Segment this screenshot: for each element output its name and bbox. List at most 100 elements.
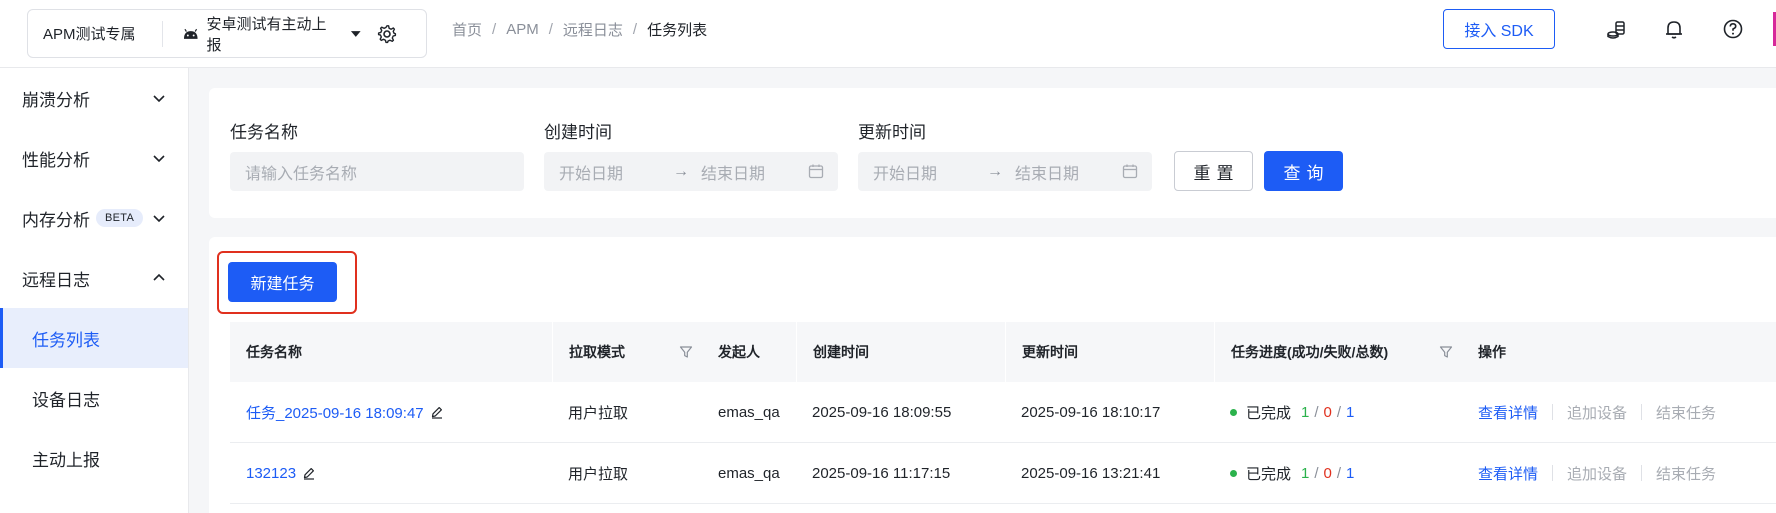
success-count: 1	[1301, 464, 1310, 482]
chevron-down-icon	[153, 215, 165, 223]
column-header-initiator: 发起人	[718, 344, 760, 360]
task-table-panel: 新建任务 任务名称 拉取模式 发起人 创建时间 更新时间 任务进度(成功/失败/…	[209, 237, 1776, 513]
updated-cell: 2025-09-16 18:10:17	[1021, 403, 1161, 421]
breadcrumb-separator: /	[632, 20, 638, 38]
caret-down-icon[interactable]	[349, 29, 363, 39]
failed-count: 0	[1323, 403, 1332, 421]
project-name: 安卓测试有主动上报	[206, 15, 327, 54]
breadcrumb-remote-log[interactable]: 远程日志	[563, 19, 623, 40]
sidebar-item-task-list[interactable]: 任务列表	[0, 308, 188, 368]
beta-badge: BETA	[96, 209, 144, 227]
action-divider	[1641, 465, 1643, 481]
created-time-range[interactable]: 开始日期 → 结束日期	[544, 152, 838, 191]
status-dot	[1230, 408, 1237, 416]
sidebar-group-crash[interactable]: 崩溃分析	[0, 68, 188, 128]
gear-icon[interactable]	[377, 24, 397, 44]
sidebar-group-label: 性能分析	[22, 150, 90, 170]
column-header-actions: 操作	[1478, 344, 1506, 360]
calendar-icon	[808, 164, 824, 179]
failed-count: 0	[1323, 464, 1332, 482]
created-start-date[interactable]: 开始日期	[559, 160, 623, 184]
add-device-link[interactable]: 追加设备	[1567, 402, 1627, 423]
range-arrow-icon: →	[987, 162, 1003, 180]
range-arrow-icon: →	[673, 162, 689, 180]
total-count: 1	[1346, 464, 1355, 482]
task-name-cell: 任务_2025-09-16 18:09:47	[230, 382, 552, 442]
table-header: 任务名称 拉取模式 发起人 创建时间 更新时间 任务进度(成功/失败/总数) 操…	[230, 322, 1776, 382]
sidebar-group-remote-log[interactable]: 远程日志	[0, 248, 188, 308]
created-end-date[interactable]: 结束日期	[701, 160, 765, 184]
breadcrumb-home[interactable]: 首页	[452, 19, 482, 40]
column-header-task-name: 任务名称	[246, 344, 302, 360]
column-header-updated: 更新时间	[1005, 322, 1214, 382]
status-text: 已完成	[1246, 404, 1292, 422]
end-task-link[interactable]: 结束任务	[1656, 402, 1716, 423]
sidebar-group-performance[interactable]: 性能分析	[0, 128, 188, 188]
progress-separator: /	[1314, 464, 1319, 482]
initiator-cell: emas_qa	[718, 403, 780, 421]
breadcrumb-current: 任务列表	[647, 21, 708, 39]
updated-time-range[interactable]: 开始日期 → 结束日期	[858, 152, 1152, 191]
created-cell: 2025-09-16 11:17:15	[812, 464, 951, 482]
action-divider	[1552, 404, 1554, 420]
end-task-link[interactable]: 结束任务	[1656, 463, 1716, 484]
filter-icon[interactable]	[679, 345, 693, 359]
coins-icon[interactable]	[1605, 18, 1627, 40]
breadcrumb-separator: /	[548, 20, 553, 38]
app-name[interactable]: APM测试专属	[28, 23, 162, 44]
sidebar-item-device-log[interactable]: 设备日志	[0, 368, 188, 428]
android-icon	[183, 28, 198, 39]
edit-icon[interactable]	[302, 466, 316, 480]
pull-mode-cell: 用户拉取	[568, 465, 629, 483]
progress-cell: 已完成 1 / 0 / 1	[1214, 382, 1462, 442]
success-count: 1	[1301, 403, 1310, 421]
task-name-link[interactable]: 132123	[246, 465, 296, 482]
add-device-link[interactable]: 追加设备	[1567, 463, 1627, 484]
task-name-label: 任务名称	[230, 123, 298, 142]
project-selector[interactable]: 安卓测试有主动上报	[163, 13, 363, 55]
highlight-box: 新建任务	[217, 251, 357, 314]
progress-separator: /	[1314, 403, 1319, 421]
help-icon[interactable]	[1722, 18, 1744, 40]
connect-sdk-button[interactable]: 接入 SDK	[1443, 9, 1555, 49]
calendar-icon	[1122, 164, 1138, 179]
filter-icon[interactable]	[1439, 345, 1453, 359]
column-header-progress: 任务进度(成功/失败/总数)	[1214, 322, 1462, 382]
updated-end-date[interactable]: 结束日期	[1015, 160, 1079, 184]
sidebar: 崩溃分析 性能分析 内存分析 BETA 远程日志 任务列表 设备日志 主动上报	[0, 68, 189, 513]
actions-cell: 查看详情 追加设备 结束任务	[1462, 443, 1776, 503]
task-name-link[interactable]: 任务_2025-09-16 18:09:47	[246, 402, 424, 423]
sidebar-group-memory[interactable]: 内存分析 BETA	[0, 188, 188, 248]
top-bar: APM测试专属 安卓测试有主动上报 首页 / APM / 远程日志 / 任务列表	[0, 0, 1776, 68]
sidebar-group-label: 内存分析	[22, 210, 90, 230]
view-details-link[interactable]: 查看详情	[1478, 463, 1538, 484]
breadcrumb-separator: /	[492, 20, 497, 38]
reset-button[interactable]: 重置	[1174, 151, 1253, 191]
scope-selector[interactable]: APM测试专属 安卓测试有主动上报	[27, 9, 427, 58]
action-divider	[1641, 404, 1643, 420]
updated-start-date[interactable]: 开始日期	[873, 160, 937, 184]
progress-separator: /	[1336, 464, 1342, 482]
task-name-input[interactable]: 请输入任务名称	[230, 152, 524, 191]
total-count: 1	[1346, 403, 1355, 421]
status-dot	[1230, 469, 1237, 477]
view-details-link[interactable]: 查看详情	[1478, 402, 1538, 423]
initiator-cell: emas_qa	[718, 464, 780, 482]
progress-cell: 已完成 1 / 0 / 1	[1214, 443, 1462, 503]
new-task-button[interactable]: 新建任务	[228, 262, 337, 302]
breadcrumb-apm[interactable]: APM	[506, 21, 539, 38]
action-divider	[1552, 465, 1554, 481]
updated-cell: 2025-09-16 13:21:41	[1021, 464, 1161, 482]
query-button[interactable]: 查询	[1264, 151, 1343, 191]
chevron-down-icon	[153, 155, 165, 163]
status-text: 已完成	[1246, 465, 1292, 483]
bell-icon[interactable]	[1663, 18, 1685, 40]
table-row: 任务_2025-09-16 18:09:47 用户拉取 emas_qa 2025…	[230, 382, 1776, 443]
actions-cell: 查看详情 追加设备 结束任务	[1462, 382, 1776, 442]
edit-icon[interactable]	[430, 405, 444, 419]
task-name-cell: 132123	[230, 443, 552, 503]
created-cell: 2025-09-16 18:09:55	[812, 403, 952, 421]
pull-mode-cell: 用户拉取	[568, 404, 629, 422]
table-row: 132123 用户拉取 emas_qa 2025-09-16 11:17:15 …	[230, 443, 1776, 504]
sidebar-item-active-report[interactable]: 主动上报	[0, 428, 188, 488]
